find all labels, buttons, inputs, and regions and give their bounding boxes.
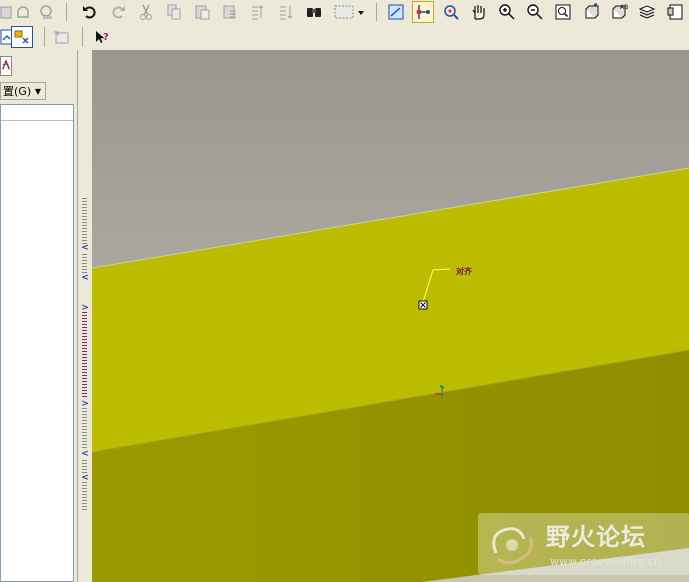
spin-center-icon[interactable] — [468, 1, 490, 23]
chevron-left-icon[interactable]: < — [80, 450, 90, 459]
copy-icon[interactable] — [163, 1, 185, 23]
chevron-left-icon[interactable]: < — [80, 274, 90, 283]
datum-label[interactable]: 对齐 — [456, 266, 472, 277]
watermark-logo — [492, 527, 534, 565]
axis-display-icon[interactable] — [412, 1, 434, 23]
whats-this-icon[interactable]: ? — [91, 26, 113, 48]
settings-dropdown[interactable]: 置(G) ▼ — [0, 82, 46, 100]
chevron-right-icon[interactable]: > — [80, 400, 90, 409]
toolbar-separator — [82, 27, 83, 47]
model-tree-icon[interactable] — [664, 1, 686, 23]
main-toolbar: AB — [0, 0, 689, 24]
save-icon[interactable] — [12, 1, 34, 23]
splitter-grip[interactable] — [82, 198, 87, 244]
model-tree-header — [1, 105, 73, 121]
refit-icon[interactable] — [552, 1, 574, 23]
splitter-grip[interactable] — [82, 460, 87, 474]
point-display-icon[interactable] — [440, 1, 462, 23]
datum-display-icon[interactable] — [11, 26, 33, 48]
graphics-window[interactable]: 对齐 野火论坛 www.proewildfire.cn — [92, 50, 689, 582]
watermark: 野火论坛 www.proewildfire.cn — [478, 513, 689, 575]
zoom-out-icon[interactable] — [524, 1, 546, 23]
dropdown-arrow-icon[interactable] — [355, 1, 367, 23]
panel-splitter[interactable]: < < > > < < — [78, 50, 92, 582]
toolbar-separator — [44, 27, 45, 47]
splitter-grip[interactable] — [82, 312, 87, 398]
chevron-right-icon[interactable]: > — [80, 304, 90, 313]
layers-icon[interactable] — [636, 1, 658, 23]
find-icon[interactable] — [303, 1, 325, 23]
splitter-grip[interactable] — [82, 482, 87, 512]
navigator-panel: 置(G) ▼ — [0, 50, 78, 582]
print-icon[interactable] — [36, 1, 58, 23]
proe-window: AB ? 置(G) ▼ < < > > < < 对齐 野火论坛 www.proe… — [0, 0, 689, 582]
chevron-down-icon: ▼ — [34, 86, 41, 96]
watermark-title: 野火论坛 — [546, 523, 646, 551]
splitter-grip[interactable] — [82, 408, 87, 448]
watermark-url: www.proewildfire.cn — [550, 555, 661, 568]
redo-icon[interactable] — [107, 1, 129, 23]
orient-icon[interactable] — [580, 1, 602, 23]
plane-display-icon[interactable] — [385, 1, 407, 23]
model-tree-tab[interactable] — [0, 56, 12, 76]
paste-special-icon[interactable] — [219, 1, 241, 23]
model-tree[interactable] — [0, 104, 74, 582]
svg-text:?: ? — [103, 32, 109, 43]
toolbar-separator — [66, 3, 67, 21]
settings-label: 置(G) — [3, 85, 32, 98]
chevron-left-icon[interactable]: < — [80, 474, 90, 483]
cut-icon[interactable] — [135, 1, 157, 23]
zoom-in-icon[interactable] — [496, 1, 518, 23]
toolbar-separator — [376, 3, 377, 21]
secondary-toolbar: ? — [0, 24, 689, 50]
selection-box-icon[interactable] — [331, 1, 357, 23]
regenerate-manager-icon[interactable] — [275, 1, 297, 23]
sketch-icon[interactable] — [50, 26, 72, 48]
saved-views-icon[interactable]: AB — [608, 1, 630, 23]
chevron-left-icon[interactable]: < — [80, 244, 90, 253]
svg-text:AB: AB — [620, 4, 628, 11]
undo-icon[interactable] — [79, 1, 101, 23]
paste-icon[interactable] — [191, 1, 213, 23]
splitter-grip[interactable] — [82, 254, 87, 274]
model-view — [92, 50, 689, 582]
regenerate-icon[interactable] — [247, 1, 269, 23]
